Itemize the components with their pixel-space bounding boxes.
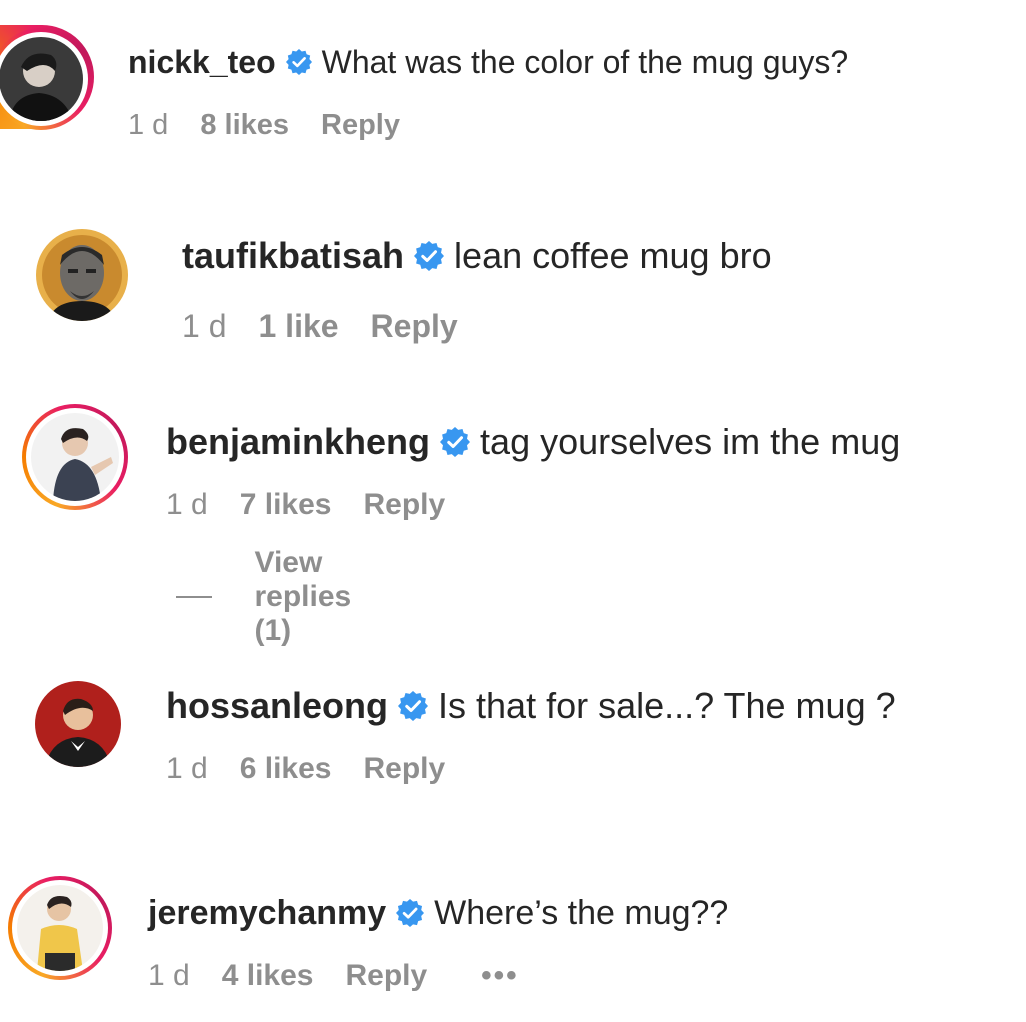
avatar-ring[interactable] — [8, 876, 112, 980]
username[interactable]: taufikbatisah — [182, 235, 404, 277]
comment-time: 1 d — [166, 488, 208, 521]
comment-time: 1 d — [128, 108, 169, 141]
comment-text: What was the color of the mug guys? — [321, 43, 849, 80]
comment-time: 1 d — [148, 959, 190, 992]
comment-time: 1 d — [182, 307, 227, 344]
verified-badge-icon — [414, 241, 445, 271]
avatar-ring[interactable] — [22, 404, 128, 510]
comment-text: Where’s the mug?? — [434, 893, 729, 932]
username[interactable]: nickk_teo — [128, 44, 276, 81]
avatar — [35, 681, 121, 767]
username[interactable]: jeremychanmy — [148, 894, 386, 933]
avatar — [17, 885, 103, 971]
username[interactable]: benjaminkheng — [166, 421, 430, 463]
avatar — [0, 37, 83, 121]
verified-badge-icon — [396, 899, 425, 927]
more-options-icon[interactable]: ••• — [481, 959, 519, 993]
avatar-ring[interactable] — [34, 227, 130, 323]
likes-count[interactable]: 8 likes — [200, 109, 289, 142]
comment-text: tag yourselves im the mug — [480, 421, 901, 462]
comment-text: Is that for sale...? The mug ? — [438, 685, 896, 726]
verified-badge-icon — [440, 427, 471, 457]
verified-badge-icon — [285, 49, 312, 75]
likes-count[interactable]: 4 likes — [222, 959, 314, 993]
likes-count[interactable]: 6 likes — [240, 752, 332, 786]
likes-count[interactable]: 1 like — [258, 308, 338, 345]
avatar — [36, 229, 128, 321]
likes-count[interactable]: 7 likes — [240, 488, 332, 522]
view-replies-label[interactable]: View replies (1) — [254, 546, 378, 648]
comment-time: 1 d — [166, 752, 208, 785]
reply-button[interactable]: Reply — [321, 109, 400, 142]
view-replies-button[interactable]: View replies (1) — [176, 546, 379, 647]
verified-badge-icon — [398, 691, 429, 721]
reply-button[interactable]: Reply — [371, 308, 458, 345]
username[interactable]: hossanleong — [166, 685, 388, 727]
avatar-ring[interactable] — [34, 680, 122, 768]
comment-text: lean coffee mug bro — [454, 235, 772, 276]
avatar-ring[interactable] — [0, 28, 92, 130]
reply-button[interactable]: Reply — [363, 488, 445, 522]
reply-button[interactable]: Reply — [345, 959, 427, 993]
divider — [176, 596, 213, 598]
avatar — [31, 413, 119, 501]
reply-button[interactable]: Reply — [363, 752, 445, 786]
